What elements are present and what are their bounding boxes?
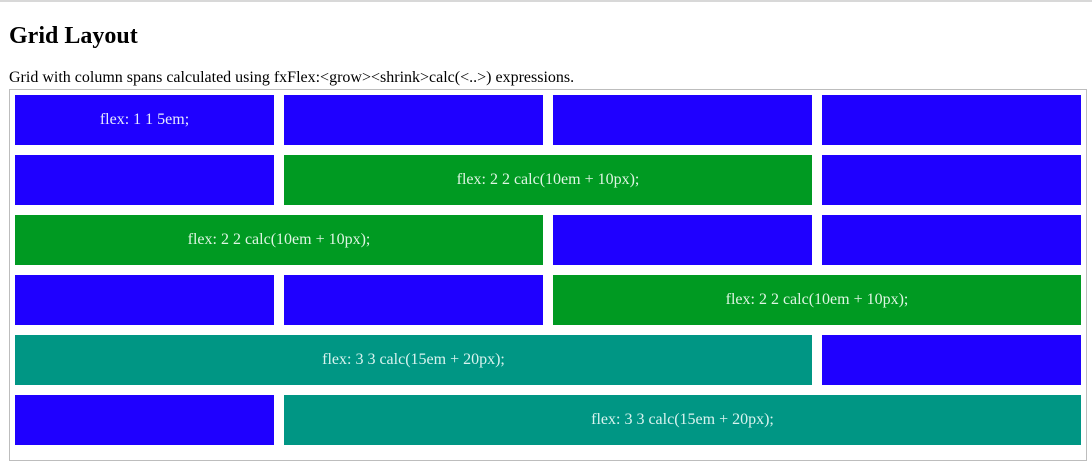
grid-cell-flex-1-1-5em: flex: 1 1 5em;	[15, 95, 274, 145]
grid-container: flex: 1 1 5em; flex: 2 2 calc(10em + 10p…	[9, 89, 1087, 461]
grid-cell	[15, 155, 274, 205]
grid-cell-flex-2-2: flex: 2 2 calc(10em + 10px);	[553, 275, 1081, 325]
grid-cell	[822, 335, 1081, 385]
grid-cell-flex-3-3: flex: 3 3 calc(15em + 20px);	[284, 395, 1081, 445]
grid-cell	[553, 215, 812, 265]
grid-cell	[822, 155, 1081, 205]
grid-cell	[284, 95, 543, 145]
grid-cell-flex-2-2: flex: 2 2 calc(10em + 10px);	[15, 215, 543, 265]
page-description: Grid with column spans calculated using …	[9, 69, 575, 86]
grid-cell-flex-2-2: flex: 2 2 calc(10em + 10px);	[284, 155, 812, 205]
grid-cell	[822, 95, 1081, 145]
page-title: Grid Layout	[9, 23, 138, 49]
grid-cell	[15, 275, 274, 325]
grid-cell-flex-3-3: flex: 3 3 calc(15em + 20px);	[15, 335, 812, 385]
grid-cell	[822, 215, 1081, 265]
grid-cell	[284, 275, 543, 325]
grid-cell	[553, 95, 812, 145]
grid-cell	[15, 395, 274, 445]
